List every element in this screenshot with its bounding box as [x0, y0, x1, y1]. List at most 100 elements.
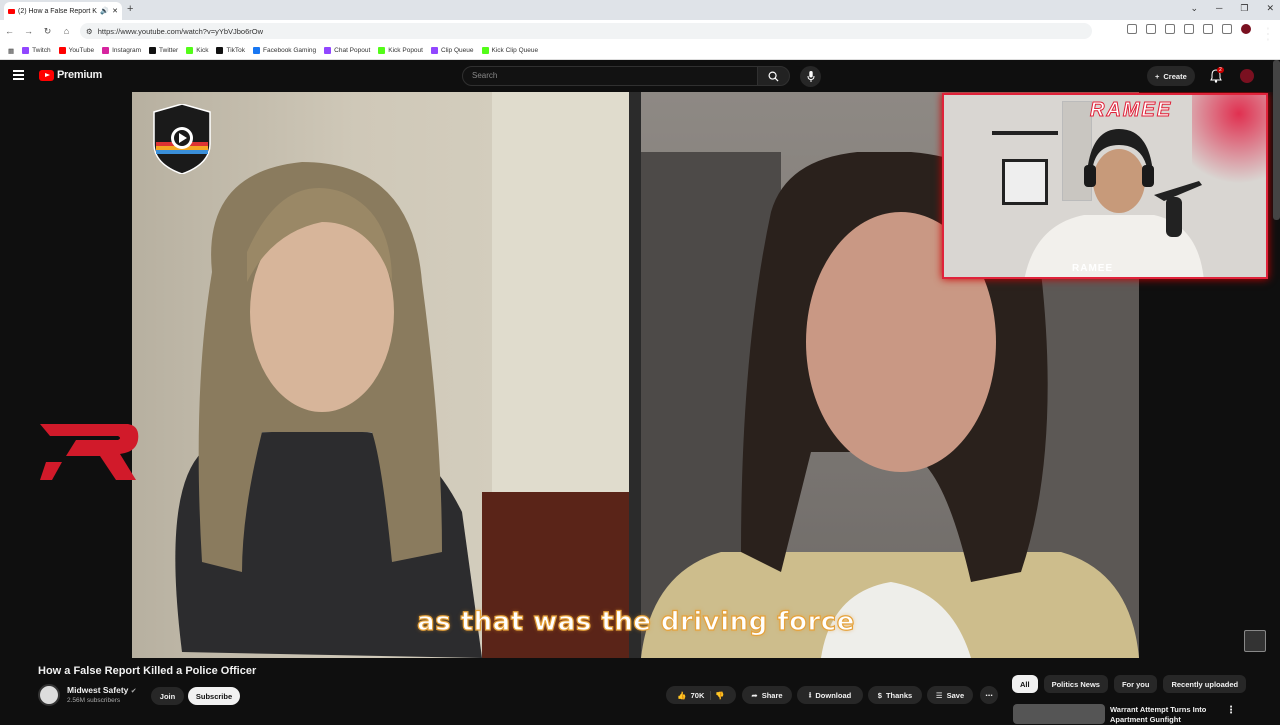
bookmark-label: Kick — [196, 47, 209, 54]
webcam-name-bottom: RAMEE — [1072, 263, 1114, 274]
bookmark-star-icon[interactable] — [1165, 24, 1175, 34]
thanks-button[interactable]: $ Thanks — [868, 686, 922, 704]
save-label: Save — [946, 690, 965, 700]
forward-icon[interactable]: → — [19, 26, 38, 36]
cast-icon[interactable] — [1127, 24, 1137, 34]
bookmark-item[interactable]: Clip Queue — [430, 47, 474, 54]
filter-chip[interactable]: Politics News — [1043, 675, 1108, 693]
filter-chip[interactable]: For you — [1113, 675, 1158, 693]
download-icon: ⭳ — [808, 689, 812, 699]
channel-watermark-icon[interactable] — [1244, 630, 1266, 652]
recommendation-chips: All Politics News For you Recently uploaded — [1012, 675, 1247, 693]
plus-icon: + — [1155, 71, 1160, 81]
voice-search-button[interactable] — [800, 66, 821, 87]
more-actions-button[interactable]: ⋯ — [980, 686, 998, 704]
create-label: Create — [1163, 71, 1187, 81]
video-title: How a False Report Killed a Police Offic… — [38, 665, 257, 677]
bookmark-label: Twitter — [159, 47, 179, 54]
bookmark-item[interactable]: Facebook Gaming — [253, 47, 316, 54]
restore-button[interactable]: ❐ — [1240, 3, 1248, 14]
save-button[interactable]: ☰ Save — [927, 686, 973, 704]
new-tab-button[interactable]: + — [127, 3, 133, 15]
like-button[interactable]: 👍 70K — [677, 690, 712, 700]
translate-icon[interactable] — [1184, 24, 1194, 34]
thumbs-down-icon: 👎 — [715, 690, 725, 700]
midwest-safety-badge-logo — [153, 104, 211, 174]
share-button[interactable]: ➦ Share — [742, 686, 792, 704]
browser-tab-active[interactable]: (2) How a False Report Kille 🔊 ✕ — [4, 2, 122, 20]
bookmark-item[interactable]: YouTube — [58, 47, 94, 54]
video-player[interactable]: as that was the driving force RAMEE RAME… — [0, 92, 1280, 658]
filter-chip[interactable]: All — [1012, 675, 1038, 693]
youtube-favicon-icon — [8, 8, 15, 14]
close-window-button[interactable]: ✕ — [1266, 3, 1274, 14]
bookmark-label: Chat Popout — [334, 47, 371, 54]
bookmark-item[interactable]: Instagram — [102, 47, 141, 54]
search-button[interactable] — [757, 66, 790, 86]
webcam-name-banner: RAMEE — [1089, 99, 1173, 122]
bookmark-favicon-icon — [102, 47, 110, 54]
recommendation-thumbnail[interactable] — [1013, 704, 1105, 724]
filter-chip[interactable]: Recently uploaded — [1163, 675, 1247, 693]
youtube-logo[interactable]: Premium — [39, 69, 102, 81]
sidepanel-icon[interactable] — [1222, 24, 1232, 34]
join-button[interactable]: Join — [151, 687, 184, 705]
extensions-icon[interactable] — [1203, 24, 1213, 34]
webcam-overlay: RAMEE RAMEE — [942, 93, 1268, 279]
bookmark-label: Facebook Gaming — [263, 47, 317, 54]
speaker-icon[interactable]: 🔊 — [100, 7, 109, 15]
bookmark-item[interactable]: Twitch — [22, 47, 51, 54]
save-playlist-icon: ☰ — [935, 690, 943, 700]
bookmark-favicon-icon — [186, 47, 194, 54]
channel-avatar[interactable] — [38, 684, 60, 706]
search-icon — [768, 71, 779, 82]
dislike-button[interactable]: 👎 — [715, 691, 724, 700]
url-text: https://www.youtube.com/watch?v=yYbVJbo6… — [97, 26, 264, 36]
verified-check-icon: ✔ — [130, 688, 137, 695]
home-icon[interactable]: ⌂ — [57, 26, 76, 36]
tab-search-icon[interactable]: ⌄ — [1190, 3, 1198, 14]
subscribe-button[interactable]: Subscribe — [188, 687, 240, 705]
channel-name[interactable]: Midwest Safety ✔ — [67, 685, 137, 695]
reload-icon[interactable]: ↻ — [38, 26, 57, 37]
site-info-icon[interactable]: ⚙ — [86, 27, 93, 36]
like-dislike-group: 👍 70K 👎 — [666, 686, 736, 704]
bookmark-favicon-icon — [378, 47, 386, 54]
minimize-button[interactable]: ─ — [1216, 3, 1222, 14]
bookmark-item[interactable]: Twitter — [149, 47, 178, 54]
bookmark-label: Instagram — [112, 47, 142, 54]
thanks-icon: $ — [877, 690, 882, 700]
thumbs-up-icon: 👍 — [677, 690, 687, 700]
bookmark-item[interactable]: Kick — [186, 47, 208, 54]
bookmark-item[interactable]: TikTok — [216, 47, 245, 54]
page-scrollbar[interactable] — [1273, 60, 1280, 220]
microphone-icon — [807, 71, 814, 82]
tab-title: (2) How a False Report Kille — [18, 7, 98, 15]
bookmark-favicon-icon — [324, 47, 332, 54]
bookmark-item[interactable]: Kick Popout — [378, 47, 423, 54]
download-button[interactable]: ⭳ Download — [797, 686, 863, 704]
window-controls: ⌄ ─ ❐ ✕ — [1190, 3, 1274, 14]
bookmark-label: TikTok — [226, 47, 246, 54]
thanks-label: Thanks — [885, 690, 913, 700]
back-icon[interactable]: ← — [0, 26, 19, 36]
notification-count-badge: 2 — [1217, 67, 1224, 73]
toolbar-icons: ⋮ — [1127, 24, 1276, 43]
recommendation-more-icon[interactable]: ⋮ — [1226, 705, 1236, 716]
bookmark-label: Clip Queue — [440, 47, 474, 54]
close-tab-icon[interactable]: ✕ — [112, 7, 118, 15]
zoom-icon[interactable] — [1146, 24, 1156, 34]
search-input[interactable]: Search — [462, 66, 758, 86]
hamburger-menu-icon[interactable] — [13, 70, 24, 82]
recommendation-title[interactable]: Warrant Attempt Turns Into Apartment Gun… — [1110, 705, 1220, 725]
apps-grid-icon[interactable]: ▦ — [8, 47, 14, 55]
bookmark-item[interactable]: Chat Popout — [324, 47, 370, 54]
bookmark-item[interactable]: Kick Clip Queue — [481, 47, 538, 54]
browser-menu-icon[interactable]: ⋮ — [1260, 24, 1276, 43]
channel-name-text: Midwest Safety — [67, 685, 129, 695]
logo-text: Premium — [57, 69, 102, 81]
address-bar[interactable]: ⚙ https://www.youtube.com/watch?v=yYbVJb… — [80, 23, 1092, 39]
create-button[interactable]: + Create — [1147, 66, 1195, 86]
account-avatar[interactable] — [1240, 69, 1254, 83]
profile-avatar-icon[interactable] — [1241, 24, 1251, 34]
